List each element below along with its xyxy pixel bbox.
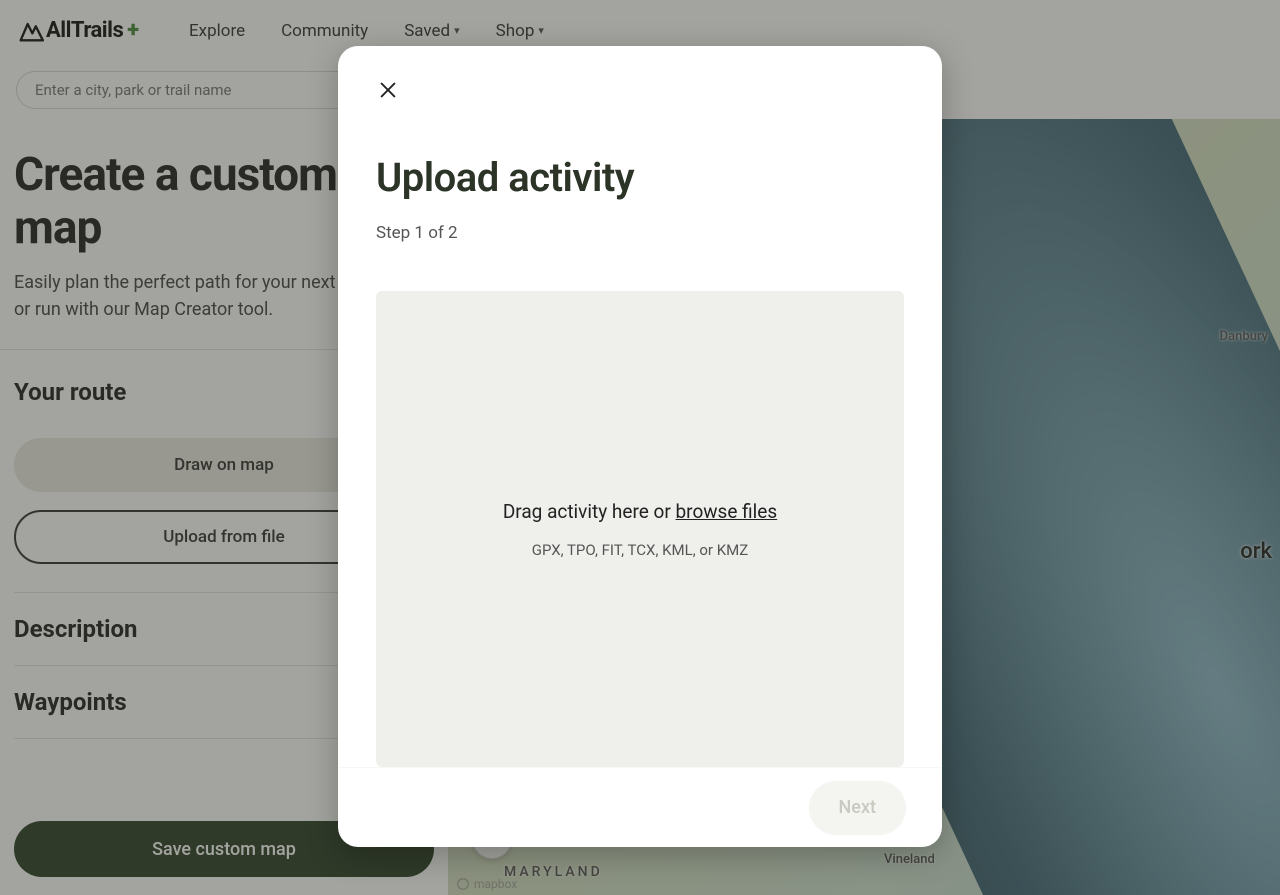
modal-footer: Next	[338, 767, 942, 847]
browse-files-link[interactable]: browse files	[676, 500, 778, 523]
dropzone-formats: GPX, TPO, FIT, TCX, KML, or KMZ	[532, 541, 748, 559]
close-icon	[377, 79, 399, 101]
modal-body: Upload activity Step 1 of 2 Drag activit…	[338, 46, 942, 767]
dropzone-prefix: Drag activity here or	[503, 500, 676, 523]
next-button[interactable]: Next	[809, 781, 906, 835]
dropzone-text: Drag activity here or browse files	[503, 500, 777, 523]
file-dropzone[interactable]: Drag activity here or browse files GPX, …	[376, 291, 904, 767]
modal-title: Upload activity	[376, 154, 904, 201]
modal-step-indicator: Step 1 of 2	[376, 223, 904, 243]
modal-close-button[interactable]	[374, 76, 402, 104]
upload-activity-modal: Upload activity Step 1 of 2 Drag activit…	[338, 46, 942, 847]
